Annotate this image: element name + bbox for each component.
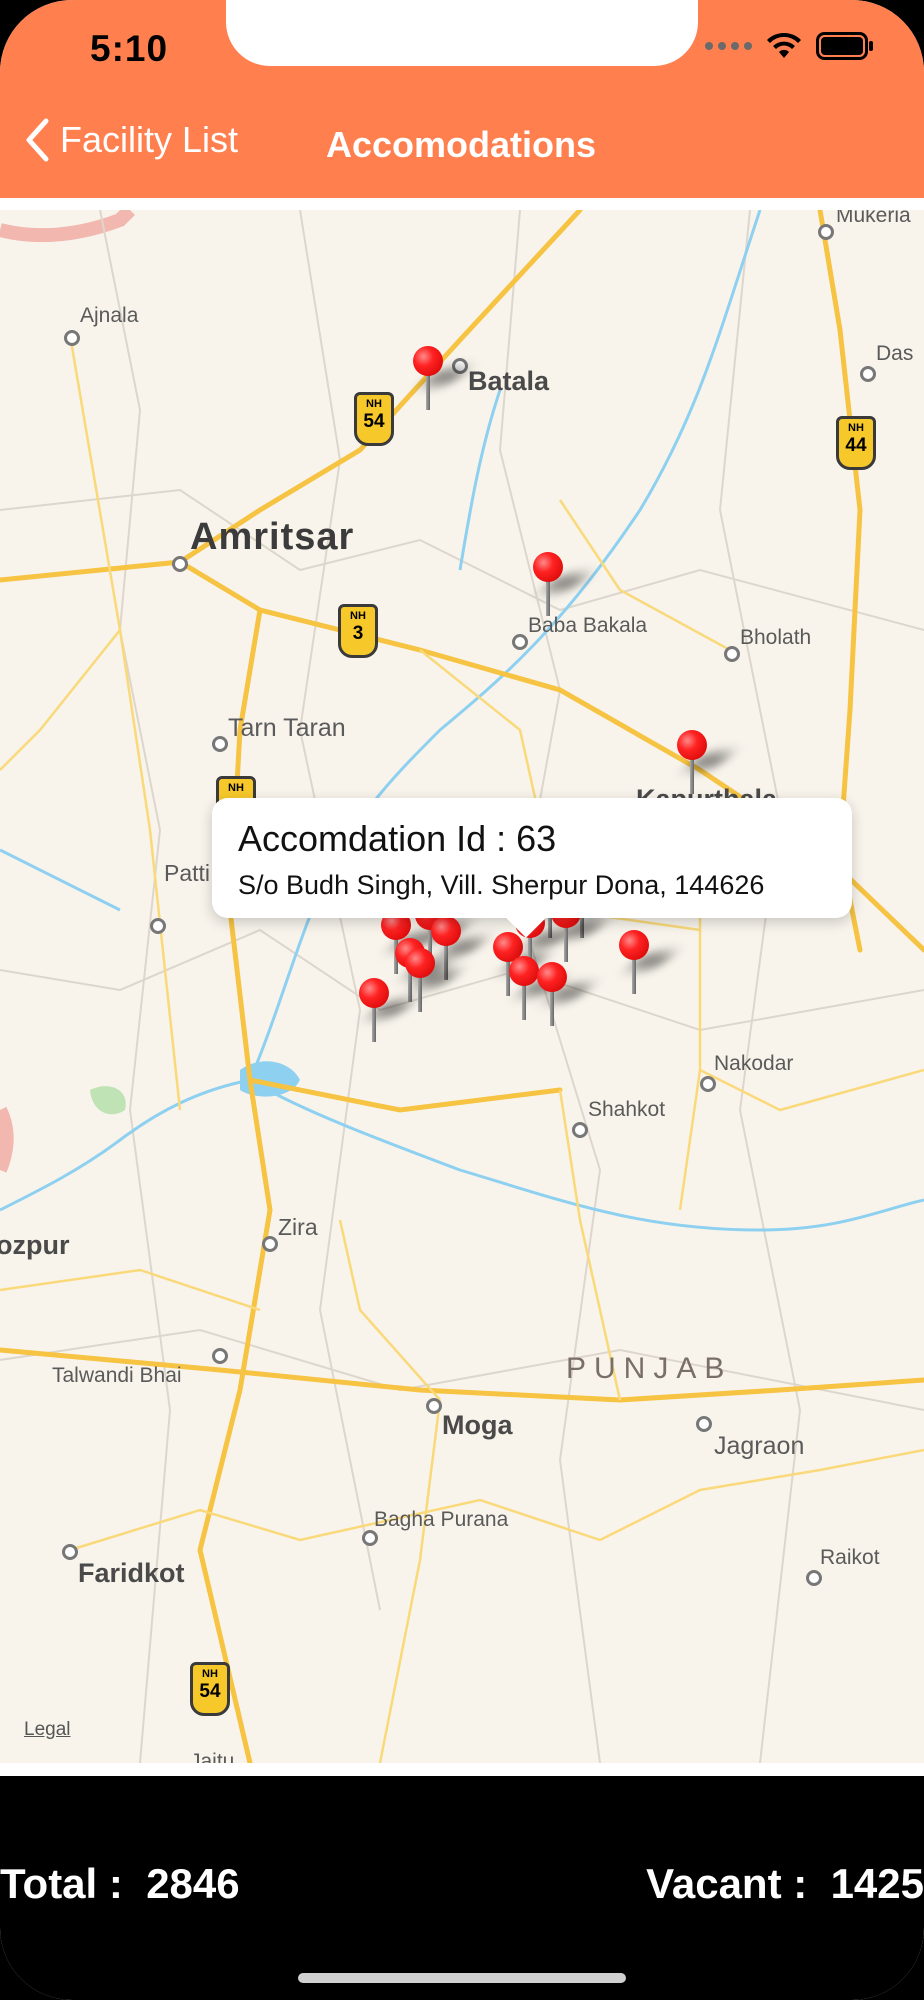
status-icons: [705, 32, 874, 60]
town-dot: [62, 1544, 78, 1560]
home-indicator[interactable]: [298, 1973, 626, 1983]
wifi-icon: [767, 33, 801, 58]
map-legal-link[interactable]: Legal: [24, 1719, 71, 1741]
map-label-zira: Zira: [278, 1214, 318, 1240]
summary-footer: Total : 2846 Vacant : 1425: [0, 1776, 924, 2000]
app-screen: 5:10 Facility List Accomodations Mukeria…: [0, 0, 924, 2000]
map-label-bagha-purana: Bagha Purana: [374, 1508, 509, 1531]
device-notch: [226, 0, 698, 66]
chevron-left-icon: [26, 118, 49, 162]
highway-shield-nh3: NH 3: [338, 604, 378, 658]
vacant-count: Vacant : 1425: [646, 1860, 924, 1907]
map-label-raikot: Raikot: [820, 1546, 880, 1569]
town-dot: [172, 556, 188, 572]
map-label-baba-bakala: Baba Bakala: [528, 614, 648, 637]
header-divider: [0, 198, 924, 210]
town-dot: [212, 736, 228, 752]
map-label-ferozpur: ozpur: [0, 1230, 70, 1260]
map-label-bholath: Bholath: [740, 626, 812, 649]
map-label-moga: Moga: [442, 1410, 513, 1440]
highway-shield-nh54: NH 54: [190, 1662, 230, 1716]
status-time: 5:10: [90, 28, 169, 69]
back-button-label: Facility List: [60, 119, 239, 160]
town-dot: [212, 1348, 228, 1364]
pin-callout[interactable]: Accomdation Id : 63 S/o Budh Singh, Vill…: [212, 798, 852, 938]
map-label-nakodar: Nakodar: [714, 1052, 794, 1075]
town-dot: [362, 1530, 378, 1546]
battery-icon: [816, 32, 873, 60]
map-label-jaitu: Jaitu: [190, 1750, 235, 1763]
total-count: Total : 2846: [0, 1860, 240, 1907]
map-label-batala: Batala: [468, 366, 550, 396]
map-label-amritsar: Amritsar: [190, 516, 355, 558]
town-dot: [572, 1122, 588, 1138]
map-label-shahkot: Shahkot: [588, 1098, 666, 1121]
map-label-faridkot: Faridkot: [78, 1558, 185, 1588]
town-dot: [262, 1236, 278, 1252]
town-dot: [150, 918, 166, 934]
town-dot: [700, 1076, 716, 1092]
town-dot: [64, 330, 80, 346]
map-label-punjab: PUNJAB: [566, 1352, 733, 1385]
map-view[interactable]: Mukeria Ajnala Batala Das Amritsar Baba …: [0, 210, 924, 1763]
map-label-patti: Patti: [164, 860, 211, 886]
callout-title: Accomdation Id : 63: [238, 818, 557, 859]
highway-shield-nh54: NH 54: [354, 392, 394, 446]
callout-address: S/o Budh Singh, Vill. Sherpur Dona, 1446…: [238, 870, 765, 900]
town-dot: [860, 366, 876, 382]
page-title: Accomodations: [326, 124, 597, 165]
town-dot: [806, 1570, 822, 1586]
town-dot: [724, 646, 740, 662]
town-dot: [512, 634, 528, 650]
map-label-mukerian: Mukeria: [836, 210, 911, 227]
map-label-tarn-taran: Tarn Taran: [228, 714, 346, 742]
back-button[interactable]: Facility List: [24, 118, 238, 162]
map-label-dasuya: Das: [876, 342, 914, 365]
signal-icon: [705, 42, 752, 50]
town-dot: [818, 224, 834, 240]
highway-shield-nh44: NH 44: [836, 416, 876, 470]
town-dot: [696, 1416, 712, 1432]
map-label-talwandi-bhai: Talwandi Bhai: [52, 1364, 182, 1387]
map-label-jagraon: Jagraon: [714, 1432, 805, 1460]
town-dot: [426, 1398, 442, 1414]
nav-header: 5:10 Facility List Accomodations: [0, 0, 924, 198]
map-label-ajnala: Ajnala: [80, 304, 139, 327]
